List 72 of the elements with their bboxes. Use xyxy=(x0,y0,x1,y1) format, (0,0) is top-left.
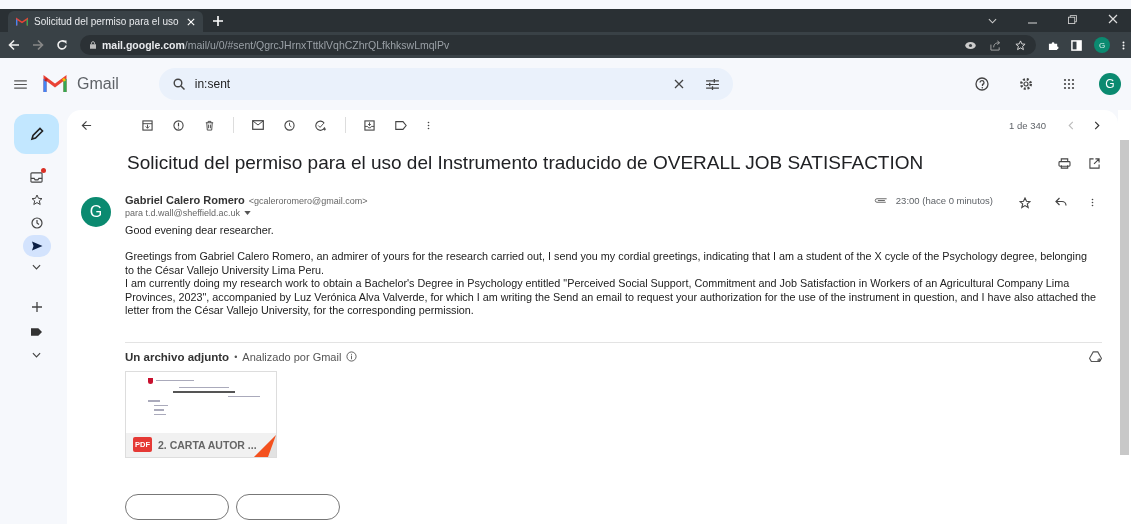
info-icon[interactable] xyxy=(346,351,358,362)
search-field[interactable]: in:sent xyxy=(158,68,733,100)
trash-icon[interactable] xyxy=(204,119,215,131)
pagination-count: 1 de 340 xyxy=(1009,119,1046,131)
menu-icon[interactable] xyxy=(14,79,27,89)
body-paragraph: I am currently doing my research work to obtain a Bachelor's Degree in Psychology entitled "Perceived Social Support, Commitment and Job Satisfaction in Workers of an Agricultural Company Lima Provinces, 2023", accompanied by Luz Verónica Alva Valverde, for which I am writing the Send an email to request your authorization for the use of the instrument in question, and I have also attached the letter from the César Vallejo University, for the corresponding permission. xyxy=(125,277,1098,318)
envelope-icon[interactable] xyxy=(252,120,264,130)
tab-title: Solicitud del permiso para el uso xyxy=(34,16,180,27)
star-icon[interactable] xyxy=(1019,197,1031,209)
puzzle-icon[interactable] xyxy=(1048,39,1059,51)
plus-icon[interactable] xyxy=(31,302,42,312)
browser-tab[interactable]: Solicitud del permiso para el uso xyxy=(8,11,203,32)
mail-logo-icon xyxy=(16,17,28,26)
add-task-icon[interactable] xyxy=(315,119,327,131)
inbox-icon xyxy=(30,170,43,184)
move-to-icon[interactable] xyxy=(364,119,375,131)
apps-grid-icon[interactable] xyxy=(1063,78,1075,90)
filter-sliders-icon[interactable] xyxy=(705,78,719,90)
forward-arrow-icon[interactable] xyxy=(32,39,44,51)
label-icon[interactable] xyxy=(395,120,407,130)
separator-dot: • xyxy=(234,351,238,362)
help-icon[interactable] xyxy=(975,77,989,91)
star-icon xyxy=(30,194,43,206)
add-to-drive-icon[interactable] xyxy=(1089,351,1102,362)
scrollbar-thumb[interactable] xyxy=(1120,140,1129,455)
close-icon[interactable] xyxy=(1108,14,1118,24)
attachments-heading: Un archivo adjunto xyxy=(125,350,230,363)
body-paragraph: Greetings from Gabriel Calero Romero, an admirer of yours for the research carried out, I send you my cordial greetings, indicating that I am a student of the X cycle of the Psychology degree, belonging to the César Vallejo University Lima Peru. xyxy=(125,250,1088,277)
reply-arrow-icon[interactable] xyxy=(1055,197,1067,207)
eye-icon[interactable] xyxy=(965,41,976,49)
sender-avatar: G xyxy=(81,197,111,227)
message-time: 23:00 (hace 0 minutos) xyxy=(895,195,993,206)
scan-note: Analizado por Gmail xyxy=(242,350,342,363)
mail-logo-icon xyxy=(43,75,67,93)
sidebar-nav-item[interactable] xyxy=(22,235,51,257)
compose-button[interactable] xyxy=(14,114,59,154)
restore-icon[interactable] xyxy=(1068,15,1077,24)
label-tag-icon[interactable] xyxy=(31,328,42,336)
email-subject: Solicitud del permiso para el uso del Instrumento traducido de OVERALL JOB SATISFACTION xyxy=(127,152,924,174)
open-in-new-window-icon[interactable] xyxy=(1089,157,1100,169)
sender-name: Gabriel Calero Romero xyxy=(125,194,245,206)
greeting-text: Good evening dear researcher. xyxy=(125,224,275,236)
archive-icon[interactable] xyxy=(142,119,153,131)
chevron-down-icon[interactable] xyxy=(32,264,41,270)
report-spam-icon[interactable] xyxy=(173,119,184,131)
chevron-right-icon[interactable] xyxy=(1094,120,1100,130)
url-text: mail.google.com/mail/u/0/#sent/QgrcJHrnxTttklVqhCZhrQLfkhkswLmqlPv xyxy=(102,39,450,51)
dropdown-caret-icon[interactable] xyxy=(244,211,252,215)
paperclip-icon xyxy=(872,197,888,204)
send-icon xyxy=(30,240,43,252)
clock-icon xyxy=(30,217,43,229)
profile-avatar[interactable]: G xyxy=(1094,37,1110,53)
more-vertical-icon[interactable] xyxy=(1122,39,1125,51)
chevron-down-icon[interactable] xyxy=(32,352,41,358)
share-icon[interactable] xyxy=(990,39,1001,51)
search-value: in:sent xyxy=(194,77,231,91)
recipient-text: para t.d.wall@sheffield.ac.uk xyxy=(125,208,241,218)
pencil-icon xyxy=(29,127,44,141)
sender-email: <gcaleroromero@gmail.com> xyxy=(248,196,368,206)
account-avatar[interactable]: G xyxy=(1099,73,1121,95)
attachment-name: 2. CARTA AUTOR ... xyxy=(158,438,257,451)
settings-icon[interactable] xyxy=(1019,77,1033,91)
side-panel-icon[interactable] xyxy=(1071,39,1082,51)
clear-icon[interactable] xyxy=(673,79,684,89)
print-icon[interactable] xyxy=(1058,157,1071,169)
search-icon[interactable] xyxy=(172,78,185,90)
reload-icon[interactable] xyxy=(56,39,68,51)
back-arrow-icon[interactable] xyxy=(81,119,92,131)
clock-icon[interactable] xyxy=(284,119,295,131)
address-bar[interactable]: mail.google.com/mail/u/0/#sent/QgrcJHrnxTttklVqhCZhrQLfkhkswLmqlPv xyxy=(80,35,1036,55)
lock-icon xyxy=(90,41,96,49)
app-name: Gmail xyxy=(77,75,119,93)
